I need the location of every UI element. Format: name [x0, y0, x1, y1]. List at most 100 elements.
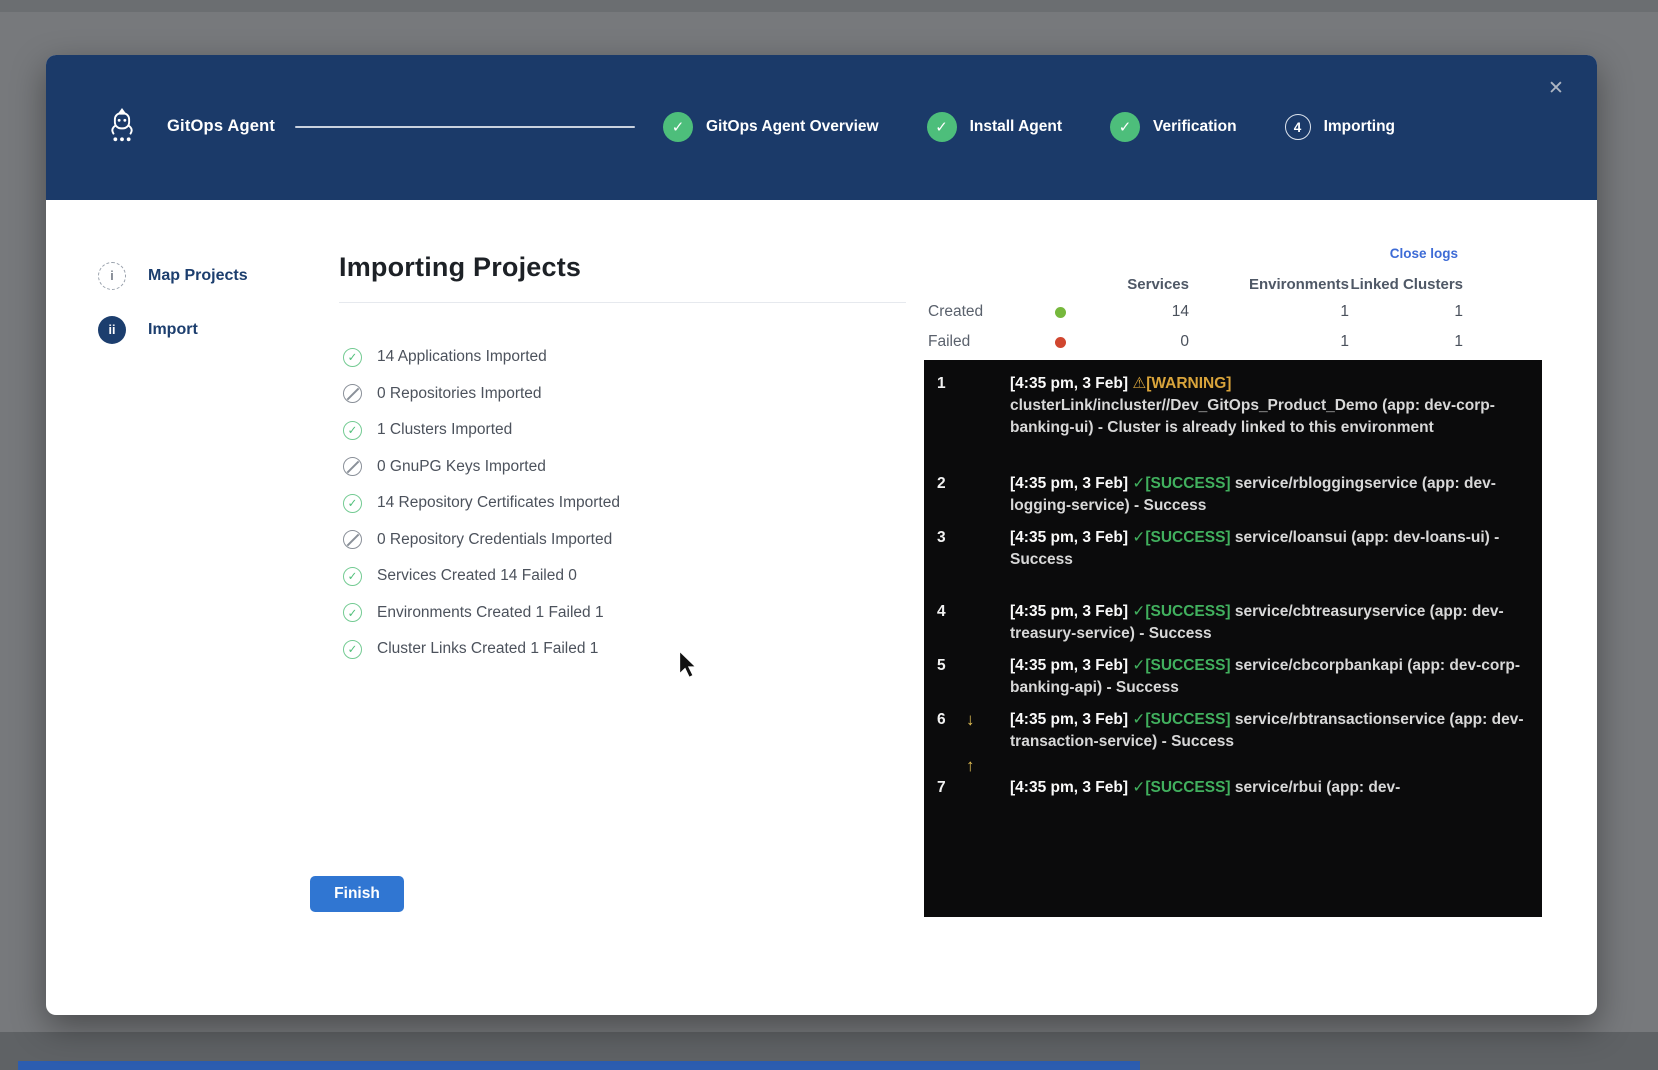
summary-value: 1 — [1349, 303, 1463, 321]
log-timestamp: [4:35 pm, 3 Feb] — [1010, 475, 1128, 492]
import-result-item: 0 Repositories Imported — [343, 383, 620, 405]
log-scroll-arrow-icon — [966, 655, 1010, 699]
sidebar-item-label: Map Projects — [148, 267, 248, 285]
import-result-item: ✓ Cluster Links Created 1 Failed 1 — [343, 638, 620, 660]
import-result-item: ✓ 14 Repository Certificates Imported — [343, 492, 620, 514]
skipped-prohibit-icon — [343, 457, 362, 476]
step-done-check-icon: ✓ — [663, 112, 693, 142]
success-check-icon: ✓ — [343, 603, 362, 622]
stepper-step[interactable]: ✓ Install Agent — [927, 112, 1062, 142]
success-check-icon: ✓ — [343, 494, 362, 513]
step-done-check-icon: ✓ — [927, 112, 957, 142]
log-message: service/rbui (app: dev- — [1235, 779, 1400, 796]
import-result-item: ✓ Services Created 14 Failed 0 — [343, 565, 620, 587]
summary-value: 1 — [1349, 333, 1463, 351]
page-title: Importing Projects — [339, 252, 581, 283]
log-line-number: 5 — [932, 655, 966, 699]
finish-button[interactable]: Finish — [310, 876, 404, 912]
log-level-icon: ✓ — [1132, 657, 1145, 674]
log-scroll-arrow-icon: ↑ — [966, 755, 1010, 777]
log-line-number: 1 — [932, 373, 966, 439]
log-scroll-arrow-icon — [966, 601, 1010, 645]
import-result-item: ✓ 1 Clusters Imported — [343, 419, 620, 441]
summary-value: 1 — [1189, 333, 1349, 351]
log-timestamp: [4:35 pm, 3 Feb] — [1010, 711, 1128, 728]
summary-value: 14 — [1088, 303, 1189, 321]
log-entry: 6 ↓ [4:35 pm, 3 Feb] ✓[SUCCESS] service/… — [932, 709, 1534, 753]
step-label: Importing — [1324, 118, 1395, 136]
import-result-text: 14 Repository Certificates Imported — [377, 494, 620, 512]
log-console[interactable]: 1 [4:35 pm, 3 Feb] ⚠[WARNING] clusterLin… — [924, 360, 1542, 917]
sidebar-item[interactable]: ii Import — [98, 316, 248, 344]
log-scroll-arrow-icon — [966, 777, 1010, 799]
log-level-tag: [SUCCESS] — [1145, 475, 1230, 492]
stepper-step[interactable]: 4 Importing — [1285, 114, 1395, 140]
summary-column-header: Environments — [1189, 276, 1349, 293]
log-timestamp: [4:35 pm, 3 Feb] — [1010, 779, 1128, 796]
import-result-item: ✓ 14 Applications Imported — [343, 346, 620, 368]
log-scroll-arrow-icon — [966, 373, 1010, 439]
import-result-item: 0 GnuPG Keys Imported — [343, 456, 620, 478]
log-entry: 3 [4:35 pm, 3 Feb] ✓[SUCCESS] service/lo… — [932, 527, 1534, 571]
success-check-icon: ✓ — [343, 348, 362, 367]
log-level-icon: ✓ — [1132, 475, 1145, 492]
log-level-icon: ✓ — [1132, 529, 1145, 546]
log-scroll-arrow-icon: ↓ — [966, 709, 1010, 753]
log-line-number: 7 — [932, 777, 966, 799]
import-result-text: 14 Applications Imported — [377, 348, 547, 366]
stepper-step[interactable]: ✓ Verification — [1110, 112, 1237, 142]
log-timestamp: [4:35 pm, 3 Feb] — [1010, 603, 1128, 620]
close-icon[interactable]: ✕ — [1543, 75, 1569, 101]
log-level-tag: [SUCCESS] — [1145, 779, 1230, 796]
skipped-prohibit-icon — [343, 384, 362, 403]
status-dot — [1055, 337, 1066, 348]
import-result-text: 0 GnuPG Keys Imported — [377, 458, 546, 476]
sidebar-step-badge: i — [98, 262, 126, 290]
log-line-number: 2 — [932, 473, 966, 517]
step-label: Verification — [1153, 118, 1237, 136]
log-scroll-arrow-icon — [966, 473, 1010, 517]
skipped-prohibit-icon — [343, 530, 362, 549]
import-summary-list: ✓ 14 Applications Imported 0 Repositorie… — [343, 346, 620, 660]
log-message: clusterLink/incluster//Dev_GitOps_Produc… — [1010, 397, 1495, 436]
step-done-check-icon: ✓ — [1110, 112, 1140, 142]
log-entry: 7 [4:35 pm, 3 Feb] ✓[SUCCESS] service/rb… — [932, 777, 1534, 799]
log-timestamp: [4:35 pm, 3 Feb] — [1010, 375, 1128, 392]
wizard-sidebar: i Map Projects ii Import — [98, 262, 248, 344]
log-line-number: 3 — [932, 527, 966, 571]
log-level-icon: ✓ — [1132, 603, 1145, 620]
log-level-icon: ⚠ — [1132, 375, 1146, 392]
log-timestamp: [4:35 pm, 3 Feb] — [1010, 657, 1128, 674]
log-entry: 4 [4:35 pm, 3 Feb] ✓[SUCCESS] service/cb… — [932, 601, 1534, 645]
sidebar-item[interactable]: i Map Projects — [98, 262, 248, 290]
status-dot — [1055, 307, 1066, 318]
log-level-tag: [SUCCESS] — [1145, 529, 1230, 546]
close-logs-link[interactable]: Close logs — [1390, 246, 1458, 261]
log-level-tag: [SUCCESS] — [1145, 657, 1230, 674]
import-result-text: Environments Created 1 Failed 1 — [377, 604, 604, 622]
step-number-badge: 4 — [1285, 114, 1311, 140]
sidebar-item-label: Import — [148, 321, 198, 339]
log-level-icon: ✓ — [1132, 779, 1145, 796]
log-scroll-arrow-icon — [966, 527, 1010, 571]
log-level-tag: [WARNING] — [1146, 375, 1231, 392]
log-level-tag: [SUCCESS] — [1145, 711, 1230, 728]
import-result-text: Services Created 14 Failed 0 — [377, 567, 577, 585]
log-level-tag: [SUCCESS] — [1145, 603, 1230, 620]
import-result-item: 0 Repository Credentials Imported — [343, 529, 620, 551]
success-check-icon: ✓ — [343, 567, 362, 586]
import-result-text: Cluster Links Created 1 Failed 1 — [377, 640, 598, 658]
step-label: GitOps Agent Overview — [706, 118, 879, 136]
log-line-number: 4 — [932, 601, 966, 645]
summary-column-header: Services — [1088, 276, 1189, 293]
gitops-octopus-icon — [103, 105, 141, 147]
log-line-number: 6 — [932, 709, 966, 753]
log-level-icon: ✓ — [1132, 711, 1145, 728]
log-timestamp: [4:35 pm, 3 Feb] — [1010, 529, 1128, 546]
log-entry: 5 [4:35 pm, 3 Feb] ✓[SUCCESS] service/cb… — [932, 655, 1534, 699]
sidebar-step-badge: ii — [98, 316, 126, 344]
stepper-step[interactable]: ✓ GitOps Agent Overview — [663, 112, 879, 142]
brand: GitOps Agent — [103, 105, 275, 147]
summary-column-header: Linked Clusters — [1349, 276, 1463, 293]
header-divider-line — [295, 126, 635, 128]
